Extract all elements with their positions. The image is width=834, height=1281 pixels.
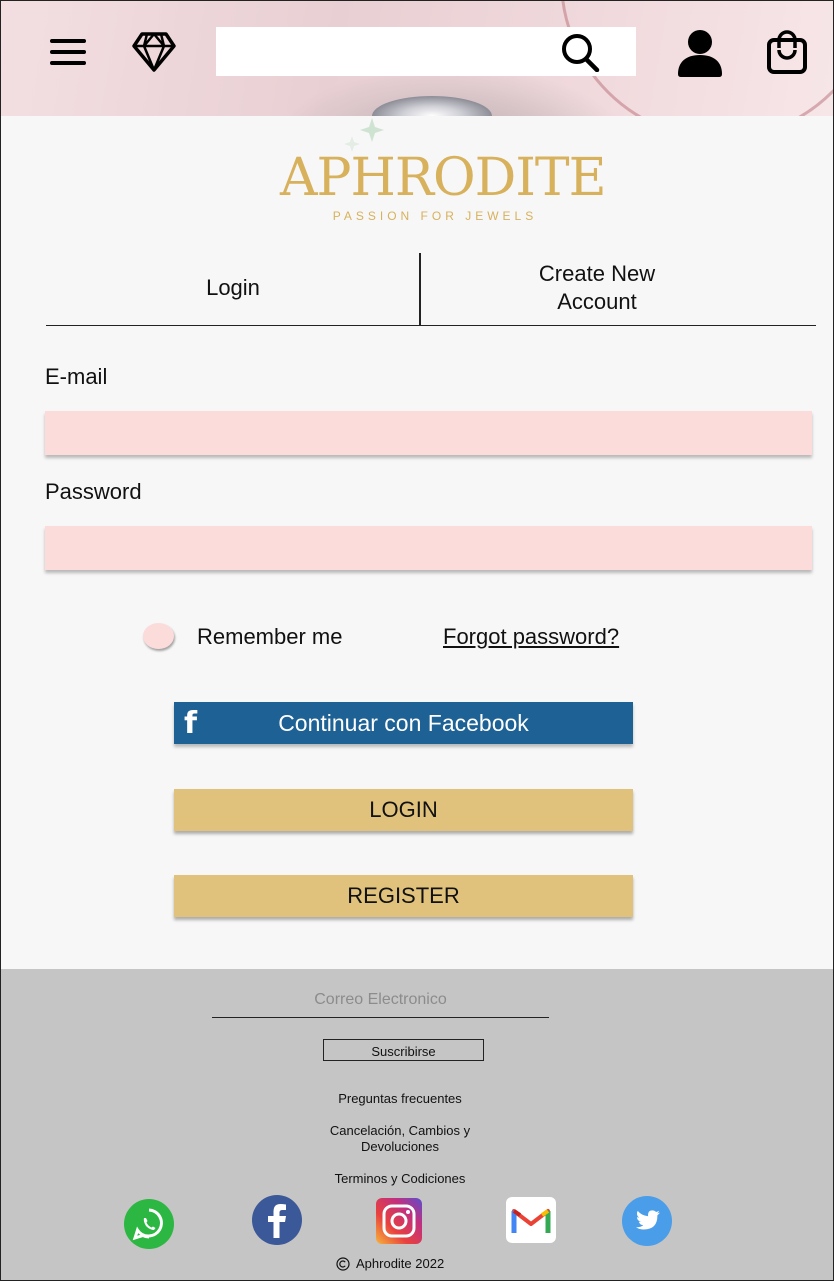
search-input[interactable]: [216, 27, 546, 76]
user-icon[interactable]: [676, 27, 724, 79]
returns-policy-link[interactable]: Cancelación, Cambios y Devoluciones: [300, 1123, 500, 1155]
tab-login[interactable]: Login: [46, 250, 420, 326]
twitter-icon[interactable]: [622, 1196, 672, 1246]
subscribe-button[interactable]: Suscribirse: [323, 1039, 484, 1061]
tab-underline: [46, 325, 816, 326]
whatsapp-icon[interactable]: [124, 1199, 174, 1249]
faq-link[interactable]: Preguntas frecuentes: [300, 1091, 500, 1107]
register-button-label: REGISTER: [347, 883, 460, 908]
tab-create-label-line2: Account: [557, 289, 637, 314]
newsletter-email-input[interactable]: [212, 982, 549, 1018]
register-button[interactable]: REGISTER: [174, 875, 633, 917]
gmail-icon[interactable]: [506, 1197, 556, 1243]
facebook-login-button[interactable]: f Continuar con Facebook: [174, 702, 633, 744]
hamburger-menu-icon[interactable]: [46, 32, 90, 72]
password-field[interactable]: [45, 526, 812, 570]
login-button[interactable]: LOGIN: [174, 789, 633, 831]
returns-link-line1: Cancelación, Cambios y: [329, 1123, 471, 1138]
returns-link-line2: Devoluciones: [360, 1139, 440, 1154]
instagram-icon[interactable]: [376, 1198, 422, 1244]
facebook-icon[interactable]: [252, 1195, 302, 1245]
diamond-icon[interactable]: [130, 29, 178, 75]
forgot-password-link[interactable]: Forgot password?: [443, 624, 619, 650]
search-bar: [216, 27, 636, 76]
tab-create-label-line1: Create New: [538, 261, 656, 286]
copyright-icon: [336, 1256, 350, 1271]
brand-name: APHRODITE: [280, 148, 607, 208]
copyright-text: Aphrodite 2022: [356, 1256, 445, 1271]
copyright: Aphrodite 2022: [336, 1256, 444, 1271]
header-banner: [0, 0, 834, 116]
shopping-bag-icon[interactable]: [764, 28, 810, 76]
facebook-f-icon: f: [184, 706, 198, 741]
email-field[interactable]: [45, 411, 812, 455]
terms-link[interactable]: Terminos y Codiciones: [300, 1171, 500, 1187]
tab-login-label: Login: [206, 275, 260, 300]
search-icon[interactable]: [558, 30, 602, 74]
email-label: E-mail: [45, 364, 108, 389]
tab-create-account[interactable]: Create New Account: [420, 250, 774, 326]
password-label: Password: [45, 479, 142, 504]
brand-tagline: PASSION FOR JEWELS: [332, 209, 538, 223]
remember-me-label: Remember me: [197, 624, 343, 649]
banner-ring-image: [372, 96, 492, 116]
login-button-label: LOGIN: [369, 797, 438, 822]
remember-me-radio[interactable]: [143, 623, 174, 649]
facebook-button-label: Continuar con Facebook: [278, 709, 529, 736]
brand-logo: APHRODITE PASSION FOR JEWELS: [280, 118, 607, 228]
